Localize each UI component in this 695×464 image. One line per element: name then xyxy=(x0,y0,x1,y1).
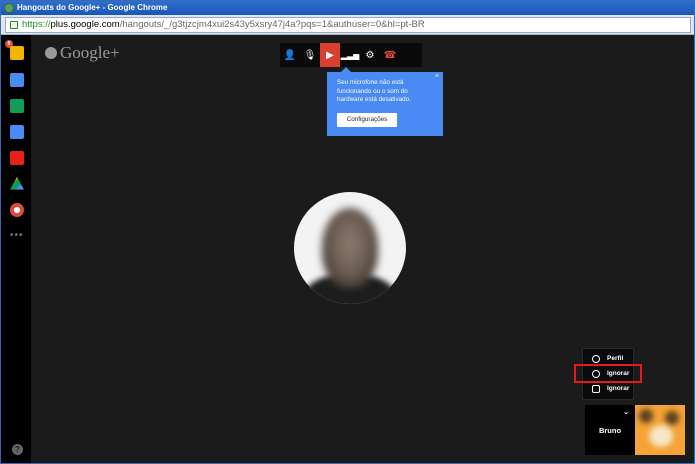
url-host: plus.google.com xyxy=(50,19,120,30)
url-scheme: https:// xyxy=(22,19,51,30)
participant-thumbnail[interactable] xyxy=(635,405,685,455)
google-plus-logo: Google+ xyxy=(45,43,120,63)
add-person-icon: 👤 xyxy=(283,49,297,61)
avatar-blurred-face xyxy=(322,208,378,288)
menu-item-label: Perfil xyxy=(607,355,624,362)
mic-muted-icon xyxy=(592,385,600,393)
hang-up-button[interactable]: ☎ xyxy=(380,43,400,67)
hangout-toolbar: 👤 🎙 ▶ ▂▃▅ ⚙ ☎ xyxy=(280,43,422,67)
person-icon xyxy=(592,355,600,363)
title-bar: Hangouts do Google+ - Google Chrome xyxy=(1,1,694,15)
signal-icon: ▂▃▅ xyxy=(340,50,360,60)
invite-button[interactable]: 👤 xyxy=(280,43,300,67)
url-field[interactable]: https://plus.google.com/hangouts/_/g3tjz… xyxy=(5,17,691,33)
settings-button[interactable]: ⚙ xyxy=(360,43,380,67)
youtube-icon[interactable] xyxy=(10,151,24,165)
browser-window: Hangouts do Google+ - Google Chrome http… xyxy=(0,0,695,464)
window-title: Hangouts do Google+ - Google Chrome xyxy=(17,3,168,12)
close-icon[interactable]: × xyxy=(435,73,439,80)
chevron-down-icon[interactable]: ⌄ xyxy=(623,408,629,416)
lock-icon xyxy=(10,21,18,29)
chat-icon[interactable] xyxy=(10,73,24,87)
mute-mic-button[interactable]: 🎙 xyxy=(300,43,320,67)
participant-avatar xyxy=(294,192,406,304)
camera-icon[interactable] xyxy=(10,125,24,139)
highlight-box xyxy=(574,364,642,383)
lifebuoy-icon[interactable] xyxy=(10,203,24,217)
warning-message: Seu microfone não está funcionando ou o … xyxy=(337,79,411,103)
participant-tile[interactable]: ⌄ Bruno xyxy=(585,405,635,455)
settings-config-button[interactable]: Configurações xyxy=(337,113,397,127)
hangouts-app-icon xyxy=(4,3,14,13)
more-apps-icon[interactable]: ••• xyxy=(10,230,24,241)
thumb-blob xyxy=(649,425,673,447)
share-icon[interactable] xyxy=(10,99,24,113)
bandwidth-button[interactable]: ▂▃▅ xyxy=(340,43,360,67)
left-sidebar: 0 ••• ? xyxy=(1,35,31,463)
camera-toggle-button[interactable]: ▶ xyxy=(320,43,340,67)
logo-text: Google+ xyxy=(60,43,120,62)
menu-item-mute[interactable]: Ignorar xyxy=(589,383,635,395)
mic-muted-icon: 🎙 xyxy=(303,49,317,61)
help-icon[interactable]: ? xyxy=(12,444,23,455)
gear-icon: ⚙ xyxy=(365,49,375,61)
drive-icon[interactable] xyxy=(10,177,24,190)
thumb-blob xyxy=(665,411,679,425)
phone-hangup-icon: ☎ xyxy=(383,49,397,61)
address-bar: https://plus.google.com/hangouts/_/g3tjz… xyxy=(1,15,694,35)
mic-warning-popup: × Seu microfone não está funcionando ou … xyxy=(327,67,443,136)
hangouts-bubble-icon xyxy=(45,47,57,59)
participant-name: Bruno xyxy=(598,426,622,435)
profile-icon[interactable] xyxy=(10,46,24,60)
thumb-blob xyxy=(639,409,653,423)
url-path: /hangouts/_/g3tjzcjm4xui2s43y5xsry47j4a?… xyxy=(119,19,425,30)
camera-off-icon: ▶ xyxy=(326,49,334,61)
menu-item-label: Ignorar xyxy=(607,385,630,392)
